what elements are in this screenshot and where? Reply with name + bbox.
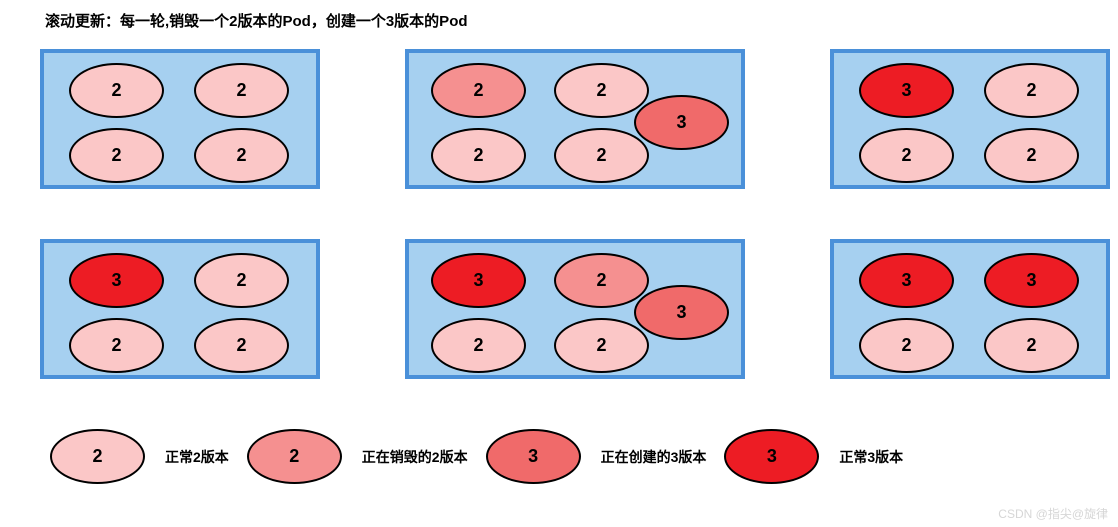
pod-normal2: 2 [554, 318, 649, 373]
pod-creating3: 3 [634, 95, 729, 150]
pod-normal2: 2 [984, 63, 1079, 118]
state-box-2: 3222 [830, 49, 1110, 189]
state-box-3: 3222 [40, 239, 320, 379]
pod-normal3: 3 [69, 253, 164, 308]
legend: 2 正常2版本 2 正在销毁的2版本 3 正在创建的3版本 3 正常3版本 [40, 429, 1078, 484]
pod-normal2: 2 [984, 318, 1079, 373]
watermark: CSDN @指尖@旋律 [998, 505, 1108, 522]
state-box-0: 2222 [40, 49, 320, 189]
pod-normal2: 2 [431, 128, 526, 183]
pod-normal3: 3 [859, 63, 954, 118]
legend-swatch-creating3: 3 [486, 429, 581, 484]
legend-swatch-normal3: 3 [724, 429, 819, 484]
pod-normal2: 2 [194, 63, 289, 118]
pod-destroying2: 2 [554, 253, 649, 308]
legend-item-creating3: 3 正在创建的3版本 [486, 429, 707, 484]
legend-label-normal3: 正常3版本 [839, 447, 903, 467]
pod-normal3: 3 [859, 253, 954, 308]
pod-normal2: 2 [859, 128, 954, 183]
state-box-4: 32322 [405, 239, 745, 379]
pod-normal2: 2 [194, 253, 289, 308]
legend-label-normal2: 正常2版本 [165, 447, 229, 467]
state-box-1: 22322 [405, 49, 745, 189]
diagram-grid: 22222232232223222323223322 [40, 49, 1078, 384]
diagram-title: 滚动更新：每一轮,销毁一个2版本的Pod，创建一个3版本的Pod [45, 10, 1078, 31]
legend-item-normal2: 2 正常2版本 [50, 429, 229, 484]
pod-normal2: 2 [194, 128, 289, 183]
legend-item-destroying2: 2 正在销毁的2版本 [247, 429, 468, 484]
pod-normal2: 2 [69, 63, 164, 118]
pod-normal3: 3 [984, 253, 1079, 308]
legend-swatch-destroying2: 2 [247, 429, 342, 484]
legend-label-destroying2: 正在销毁的2版本 [362, 447, 468, 467]
pod-normal2: 2 [194, 318, 289, 373]
pod-normal2: 2 [859, 318, 954, 373]
pod-normal2: 2 [431, 318, 526, 373]
pod-normal3: 3 [431, 253, 526, 308]
pod-normal2: 2 [984, 128, 1079, 183]
pod-normal2: 2 [69, 128, 164, 183]
pod-normal2: 2 [69, 318, 164, 373]
pod-creating3: 3 [634, 285, 729, 340]
pod-normal2: 2 [554, 128, 649, 183]
legend-item-normal3: 3 正常3版本 [724, 429, 903, 484]
pod-destroying2: 2 [431, 63, 526, 118]
legend-label-creating3: 正在创建的3版本 [601, 447, 707, 467]
pod-normal2: 2 [554, 63, 649, 118]
legend-swatch-normal2: 2 [50, 429, 145, 484]
state-box-5: 3322 [830, 239, 1110, 379]
